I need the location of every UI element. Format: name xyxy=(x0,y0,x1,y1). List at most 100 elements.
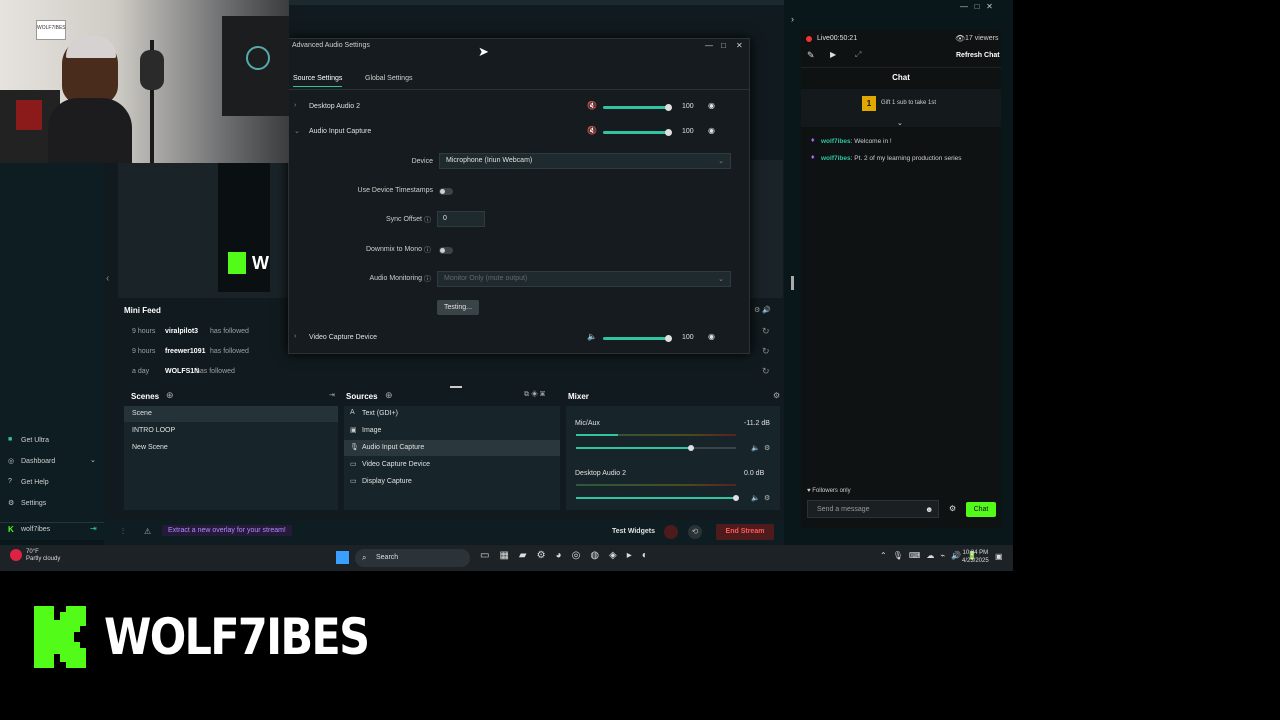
collapse-icon[interactable]: ⇥ xyxy=(329,391,335,399)
replay-icon[interactable]: ↻ xyxy=(762,366,770,377)
chevron-right-icon[interactable]: › xyxy=(294,333,296,340)
chat-message-text: wolf7ibes: Pt. 2 of my learning producti… xyxy=(821,155,962,162)
weather-widget[interactable]: 70°F Partly cloudy xyxy=(26,549,60,563)
chevron-down-icon[interactable]: ⌄ xyxy=(897,119,903,127)
chevron-down-icon[interactable]: ⌄ xyxy=(294,127,300,135)
source-row-audio-input[interactable]: ⌄ Audio Input Capture 🔇 100 ◉ xyxy=(289,121,739,143)
chat-username[interactable]: wolf7ibes xyxy=(821,138,851,145)
drag-handle[interactable] xyxy=(450,386,462,388)
nav-item-settings[interactable]: ⚙ Settings xyxy=(0,497,104,513)
close-icon[interactable]: ✕ xyxy=(736,41,743,50)
mixer-volume-slider[interactable] xyxy=(576,495,739,501)
alert-icon[interactable]: ⚠ xyxy=(144,527,151,536)
nav-item-dashboard[interactable]: ◎ Dashboard ⌄ xyxy=(0,455,104,471)
refresh-chat-button[interactable]: Refresh Chat xyxy=(956,52,1000,59)
chat-username[interactable]: wolf7ibes xyxy=(821,155,851,162)
source-name: Video Capture Device xyxy=(309,334,377,341)
replay-icon[interactable]: ⟲ xyxy=(688,525,702,539)
emoji-icon[interactable]: ☻ xyxy=(925,505,933,514)
source-tools-icon[interactable]: ⧉ ◈ ▣ xyxy=(524,391,545,399)
settings-icon[interactable]: ⚙ 🔊 xyxy=(754,306,771,314)
speaker-icon[interactable]: 🔈 xyxy=(751,494,760,502)
help-icon[interactable]: ⓘ xyxy=(424,215,431,225)
source-item[interactable]: ▭ Display Capture xyxy=(344,474,560,490)
volume-slider[interactable] xyxy=(603,335,672,342)
source-item[interactable]: ▣ Image xyxy=(344,423,560,439)
sources-title: Sources xyxy=(346,392,378,401)
feed-item[interactable]: a day WOLFS1N has followed ↻ xyxy=(126,366,776,380)
nav-item-get-ultra[interactable]: ■ Get Ultra xyxy=(0,434,104,450)
source-row-desktop-audio[interactable]: › Desktop Audio 2 🔇 100 ◉ xyxy=(289,96,739,118)
chat-send-button[interactable]: Chat xyxy=(966,502,996,517)
nav-item-get-help[interactable]: ? Get Help xyxy=(0,476,104,492)
share-icon[interactable]: ⤢ xyxy=(855,50,861,60)
scrollbar[interactable] xyxy=(791,276,794,290)
tab-global-settings[interactable]: Global Settings xyxy=(365,75,412,82)
preview-logo-text: W xyxy=(252,253,269,273)
replay-icon[interactable]: ↻ xyxy=(762,346,770,357)
level-meter xyxy=(576,434,736,436)
mixer-volume-slider[interactable] xyxy=(576,445,736,451)
speaker-icon[interactable]: 🔈 xyxy=(587,332,597,341)
promo-banner[interactable]: Extract a new overlay for your stream! xyxy=(162,525,292,536)
taskbar-search[interactable]: ⌕ Search xyxy=(355,549,470,567)
mixer-slider-knob[interactable] xyxy=(733,495,739,501)
chevron-down-icon[interactable]: ⌄ xyxy=(90,456,96,464)
chevron-right-icon[interactable]: › xyxy=(791,14,794,24)
edit-icon[interactable]: ✎ xyxy=(807,50,815,61)
chevron-left-icon[interactable]: ‹ xyxy=(106,273,109,284)
feed-time: a day xyxy=(132,368,150,375)
source-row-video-capture[interactable]: › Video Capture Device 🔈 100 ◉ xyxy=(289,327,739,349)
replay-icon[interactable]: ↻ xyxy=(762,326,770,337)
source-label: Text (GDI+) xyxy=(362,410,398,417)
help-icon[interactable]: ⓘ xyxy=(424,274,431,284)
volume-slider[interactable] xyxy=(603,104,672,111)
sync-offset-input[interactable]: 0 xyxy=(437,211,485,227)
maximize-icon[interactable]: □ xyxy=(721,41,726,50)
mixer-slider-knob[interactable] xyxy=(688,445,694,451)
add-scene-icon[interactable]: ⊕ xyxy=(166,390,174,401)
scene-item[interactable]: Scene xyxy=(124,406,338,422)
eye-icon[interactable]: ◉ xyxy=(708,126,715,135)
source-item[interactable]: 🎙 Audio Input Capture xyxy=(344,440,560,456)
source-item[interactable]: A Text (GDI+) xyxy=(344,406,560,422)
scene-item[interactable]: New Scene xyxy=(124,440,338,456)
camera-icon[interactable]: ▶ xyxy=(830,50,836,59)
eye-icon[interactable]: ◉ xyxy=(708,101,715,110)
device-select[interactable]: Microphone (Iriun Webcam) ⌄ xyxy=(439,153,731,169)
gear-icon[interactable]: ⚙ xyxy=(764,444,770,452)
mixer-settings-icon[interactable]: ⚙ xyxy=(773,391,780,400)
nav-username[interactable]: wolf7ibes xyxy=(21,526,50,533)
tab-source-settings[interactable]: Source Settings xyxy=(293,75,343,87)
gift-banner[interactable]: 1 Gift 1 sub to take 1st ⌄ xyxy=(801,89,1001,127)
source-item[interactable]: ▭ Video Capture Device xyxy=(344,457,560,473)
chat-settings-icon[interactable]: ⚙ xyxy=(949,504,956,513)
muted-speaker-icon[interactable]: 🔇 xyxy=(587,126,597,135)
help-icon[interactable]: ⓘ xyxy=(424,245,431,255)
stats-icon[interactable]: ⫶ xyxy=(122,527,124,537)
minimize-icon[interactable]: — xyxy=(705,41,713,50)
chat-input[interactable]: Send a message ☻ xyxy=(807,500,939,518)
clock[interactable]: 10:34 PM 4/23/2025 xyxy=(962,549,989,565)
timestamps-toggle[interactable] xyxy=(439,188,453,195)
window-controls[interactable]: — □ ✕ xyxy=(960,2,993,11)
eye-icon[interactable]: ◉ xyxy=(708,332,715,341)
test-widgets-button[interactable]: Test Widgets xyxy=(612,528,655,535)
preview-canvas[interactable]: W xyxy=(218,160,270,292)
logout-icon[interactable]: ⇥ xyxy=(90,524,97,533)
muted-speaker-icon[interactable]: 🔇 xyxy=(587,101,597,110)
gear-icon[interactable]: ⚙ xyxy=(764,494,770,502)
chevron-right-icon[interactable]: › xyxy=(294,102,296,109)
testing-button[interactable]: Testing... xyxy=(437,300,480,315)
end-stream-button[interactable]: End Stream xyxy=(716,524,774,540)
monitoring-select[interactable]: Monitor Only (mute output) ⌄ xyxy=(437,271,731,287)
speaker-icon[interactable]: 🔈 xyxy=(751,444,760,452)
add-source-icon[interactable]: ⊕ xyxy=(385,390,393,401)
windows-start-icon[interactable] xyxy=(336,551,349,564)
taskbar-apps[interactable]: ▭▦▰⚙◕◎◍◈▸◐ xyxy=(480,550,658,561)
volume-slider[interactable] xyxy=(603,129,672,136)
record-icon[interactable] xyxy=(664,525,678,539)
notification-icon[interactable]: ▣ xyxy=(995,552,1003,561)
scene-item[interactable]: INTRO LOOP xyxy=(124,423,338,439)
downmix-toggle[interactable] xyxy=(439,247,453,254)
